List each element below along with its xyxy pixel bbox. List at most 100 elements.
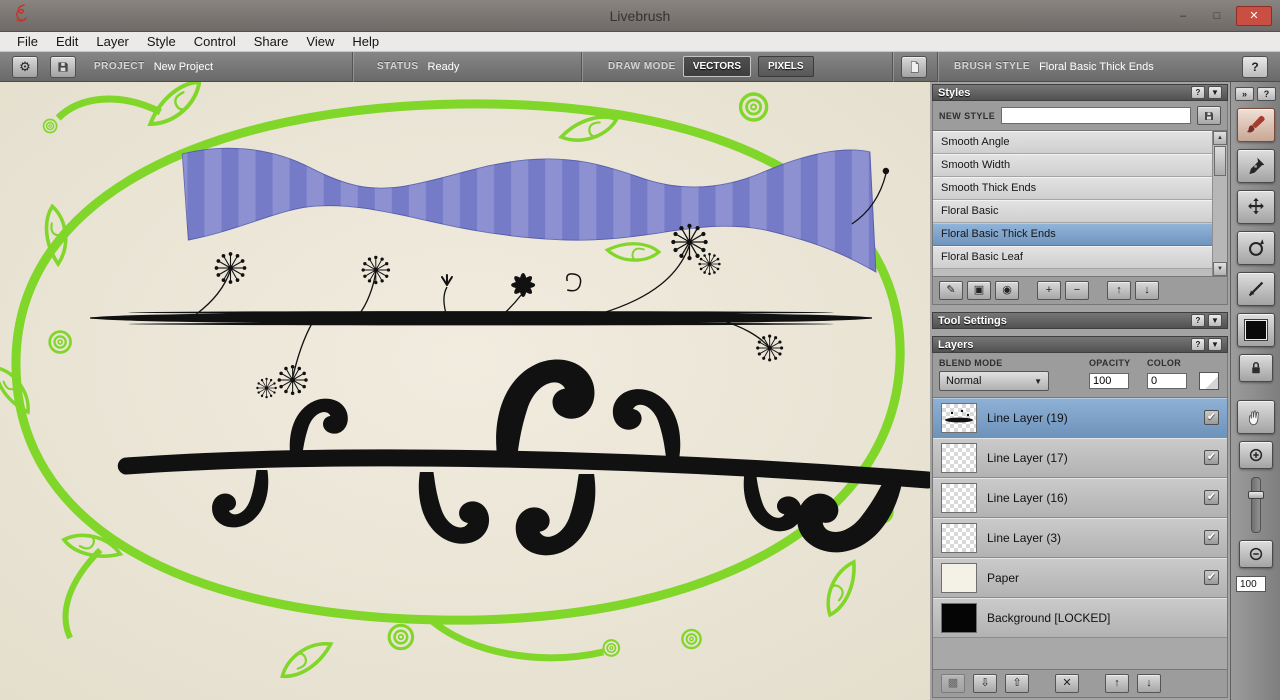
remove-style-button[interactable]: − (1065, 281, 1089, 300)
preview-style-button[interactable]: ◉ (995, 281, 1019, 300)
scroll-up-button[interactable]: ▲ (1213, 131, 1227, 145)
move-style-up-button[interactable]: ↑ (1107, 281, 1131, 300)
move-layer-up-button[interactable]: ↑ (1105, 674, 1129, 693)
add-style-button[interactable]: + (1037, 281, 1061, 300)
close-button[interactable]: ✕ (1236, 5, 1272, 26)
layer-row[interactable]: Paper ✔ (933, 558, 1227, 598)
style-item[interactable]: Floral Basic Leaf (933, 246, 1212, 269)
canvas-artwork (0, 82, 930, 700)
zoom-slider-handle[interactable] (1247, 491, 1264, 499)
styles-collapse-button[interactable]: ▼ (1208, 86, 1222, 99)
dock-overflow-button[interactable]: » (1235, 87, 1254, 101)
layer-thumbnail (941, 522, 977, 553)
blend-mode-dropdown[interactable]: Normal ▼ (939, 371, 1049, 391)
color-input[interactable] (1147, 373, 1187, 389)
zoom-value[interactable]: 100 (1236, 576, 1266, 592)
vectors-mode-button[interactable]: VECTORS (682, 56, 752, 77)
layer-row[interactable]: Line Layer (3) ✔ (933, 518, 1227, 558)
new-style-input[interactable] (1001, 107, 1191, 124)
dock-help-button[interactable]: ? (1257, 87, 1276, 101)
main-toolbar: ⚙ PROJECT New Project STATUS Ready DRAW … (0, 51, 1280, 82)
gear-icon: ⚙ (19, 58, 31, 74)
project-label: PROJECT (94, 61, 145, 72)
menu-item-edit[interactable]: Edit (47, 34, 87, 49)
pan-tool-button[interactable] (1236, 400, 1275, 434)
layer-row-background[interactable]: Background [LOCKED] (933, 598, 1227, 638)
status-label: STATUS (377, 61, 419, 72)
rename-style-button[interactable]: ✎ (939, 281, 963, 300)
settings-button[interactable]: ⚙ (12, 55, 38, 78)
active-color-button[interactable] (1236, 313, 1275, 347)
layer-visibility-checkbox[interactable]: ✔ (1204, 450, 1219, 465)
layer-thumbnail (941, 402, 977, 433)
add-layer-button[interactable]: ▩ (941, 674, 965, 693)
save-project-button[interactable] (50, 55, 76, 78)
menu-item-view[interactable]: View (297, 34, 343, 49)
tool-settings-help-button[interactable]: ? (1191, 314, 1205, 327)
scroll-down-button[interactable]: ▼ (1213, 262, 1227, 276)
pen-tool-button[interactable] (1236, 149, 1275, 183)
save-style-button[interactable]: ▣ (967, 281, 991, 300)
project-value: New Project (153, 60, 214, 73)
move-tool-button[interactable] (1236, 190, 1275, 224)
menu-item-style[interactable]: Style (138, 34, 185, 49)
minimize-button[interactable]: – (1168, 6, 1198, 26)
disk-icon (1205, 111, 1213, 120)
pixels-mode-button[interactable]: PIXELS (758, 56, 814, 77)
menu-item-layer[interactable]: Layer (87, 34, 138, 49)
chevron-down-icon: ▼ (1034, 376, 1042, 386)
zoom-in-icon (1249, 448, 1262, 462)
tool-settings-collapse-button[interactable]: ▼ (1208, 314, 1222, 327)
brush-tool-button[interactable] (1236, 108, 1275, 142)
line-angle-tool-button[interactable] (1236, 272, 1275, 306)
new-style-row: NEW STYLE (932, 101, 1228, 131)
move-style-down-button[interactable]: ↓ (1135, 281, 1159, 300)
scroll-thumb[interactable] (1214, 146, 1226, 176)
styles-panel-header: Styles ? ▼ (932, 84, 1228, 101)
delete-layer-button[interactable]: ✕ (1055, 674, 1079, 693)
layer-thumbnail (941, 562, 977, 593)
layer-visibility-checkbox[interactable]: ✔ (1204, 570, 1219, 585)
layer-visibility-checkbox[interactable]: ✔ (1204, 490, 1219, 505)
lock-toggle-button[interactable] (1238, 354, 1273, 382)
menubar: File Edit Layer Style Control Share View… (0, 32, 1280, 52)
export-layer-button[interactable]: ⇧ (1005, 674, 1029, 693)
zoom-slider[interactable] (1247, 477, 1264, 533)
layer-visibility-checkbox[interactable]: ✔ (1204, 530, 1219, 545)
zoom-in-button[interactable] (1238, 441, 1273, 469)
pen-icon (1248, 157, 1264, 175)
toolbar-help-button[interactable]: ? (1242, 55, 1268, 78)
import-to-layer-button[interactable]: ⇩ (973, 674, 997, 693)
maximize-button[interactable]: □ (1202, 6, 1232, 26)
opacity-input[interactable] (1089, 373, 1129, 389)
layer-visibility-checkbox[interactable]: ✔ (1204, 410, 1219, 425)
titlebar: Livebrush – □ ✕ (0, 0, 1280, 32)
rotate-tool-button[interactable] (1236, 231, 1275, 265)
layer-row[interactable]: Line Layer (16) ✔ (933, 478, 1227, 518)
menu-item-file[interactable]: File (8, 34, 47, 49)
layers-help-button[interactable]: ? (1191, 338, 1205, 351)
new-style-label: NEW STYLE (939, 110, 996, 121)
brush-style-label: BRUSH STYLE (954, 61, 1031, 72)
styles-help-button[interactable]: ? (1191, 86, 1205, 99)
style-item-selected[interactable]: Floral Basic Thick Ends (933, 223, 1212, 246)
layer-row[interactable]: Line Layer (17) ✔ (933, 438, 1227, 478)
style-list-scrollbar[interactable]: ▲ ▼ (1212, 131, 1227, 276)
move-layer-down-button[interactable]: ↓ (1137, 674, 1161, 693)
layers-collapse-button[interactable]: ▼ (1208, 338, 1222, 351)
move-icon (1247, 197, 1264, 215)
menu-item-control[interactable]: Control (185, 34, 245, 49)
style-item[interactable]: Floral Basic (933, 200, 1212, 223)
save-new-style-button[interactable] (1197, 106, 1221, 125)
menu-item-help[interactable]: Help (343, 34, 388, 49)
canvas[interactable] (0, 82, 930, 700)
zoom-out-button[interactable] (1238, 540, 1273, 568)
app-logo-icon (12, 3, 30, 28)
color-swatch[interactable] (1199, 372, 1219, 390)
menu-item-share[interactable]: Share (245, 34, 298, 49)
style-item[interactable]: Smooth Width (933, 154, 1212, 177)
style-item[interactable]: Smooth Angle (933, 131, 1212, 154)
style-item[interactable]: Smooth Thick Ends (933, 177, 1212, 200)
snapshot-button[interactable] (901, 55, 927, 78)
layer-row-selected[interactable]: Line Layer (19) ✔ (933, 398, 1227, 438)
